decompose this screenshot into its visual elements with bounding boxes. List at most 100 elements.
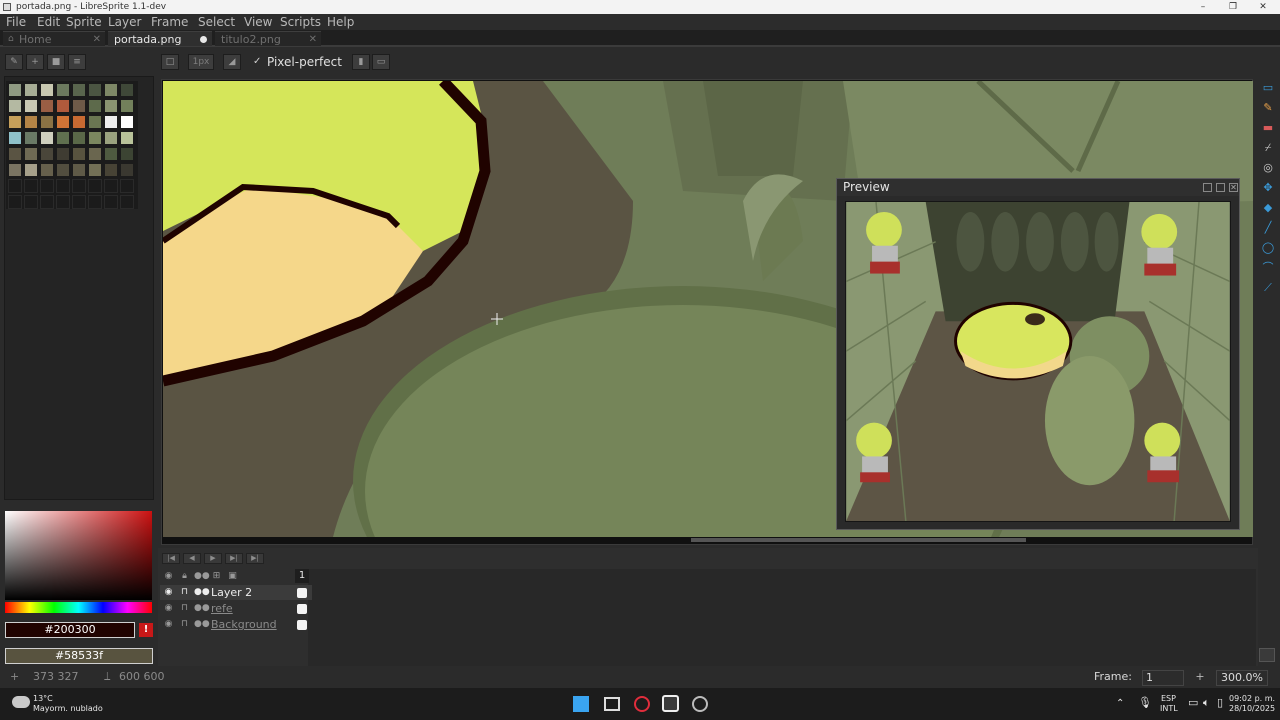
libresprite-app-icon[interactable] bbox=[662, 695, 679, 712]
palette-swatch[interactable] bbox=[72, 83, 86, 97]
palette-swatch[interactable] bbox=[120, 131, 134, 145]
palette-swatch[interactable] bbox=[120, 83, 134, 97]
palette-swatch[interactable] bbox=[120, 115, 134, 129]
menu-layer[interactable]: Layer bbox=[108, 14, 141, 30]
frames-area[interactable] bbox=[308, 569, 1256, 666]
chrome-app-icon[interactable] bbox=[692, 696, 708, 712]
palette-swatch[interactable] bbox=[24, 195, 38, 209]
palette-swatch[interactable] bbox=[24, 163, 38, 177]
eraser-icon[interactable]: ▬ bbox=[1259, 119, 1277, 137]
continuous-icon[interactable]: ●● bbox=[194, 602, 210, 615]
close-window-button[interactable]: ✕ bbox=[1248, 0, 1278, 14]
palette-swatch[interactable] bbox=[56, 131, 70, 145]
menu-file[interactable]: File bbox=[6, 14, 26, 30]
weather-cloud-icon[interactable] bbox=[12, 696, 30, 708]
foreground-color-field[interactable]: #200300 bbox=[5, 622, 135, 638]
palette-swatch[interactable] bbox=[56, 99, 70, 113]
eyedropper-icon[interactable]: ⌿ bbox=[1259, 139, 1277, 157]
cel[interactable] bbox=[297, 604, 307, 614]
pencil-mode-icon[interactable]: ✎ bbox=[5, 54, 23, 70]
palette-swatch[interactable] bbox=[40, 99, 54, 113]
palette-swatch[interactable] bbox=[88, 99, 102, 113]
minimize-button[interactable]: – bbox=[1188, 0, 1218, 14]
lock-icon[interactable]: ⊓ bbox=[178, 586, 191, 599]
menu-select[interactable]: Select bbox=[198, 14, 235, 30]
preview-window[interactable]: Preview ✕ bbox=[836, 178, 1240, 530]
palette-swatch[interactable] bbox=[120, 99, 134, 113]
palette-swatch[interactable] bbox=[40, 131, 54, 145]
tab-titulo2[interactable]: titulo2.png ✕ bbox=[215, 31, 321, 46]
palette-swatch[interactable] bbox=[104, 195, 118, 209]
palette-swatch[interactable] bbox=[8, 131, 22, 145]
palette-swatch[interactable] bbox=[40, 115, 54, 129]
palette-swatch[interactable] bbox=[40, 147, 54, 161]
lock-header-icon[interactable]: 🔒︎ bbox=[178, 570, 191, 583]
first-frame-icon[interactable]: |◀ bbox=[162, 553, 180, 564]
close-icon[interactable]: ✕ bbox=[309, 32, 317, 47]
line-icon[interactable]: ╱ bbox=[1259, 219, 1277, 237]
background-color-field[interactable]: #58533f bbox=[5, 648, 153, 664]
move-icon[interactable]: ✥ bbox=[1259, 179, 1277, 197]
palette-swatch[interactable] bbox=[8, 147, 22, 161]
next-frame-icon[interactable]: ▶| bbox=[225, 553, 243, 564]
menu-view[interactable]: View bbox=[244, 14, 272, 30]
symmetry-button[interactable]: ▮ bbox=[352, 54, 370, 70]
palette-swatch[interactable] bbox=[24, 83, 38, 97]
close-icon[interactable]: ✕ bbox=[1229, 183, 1238, 192]
palette-swatch[interactable] bbox=[56, 179, 70, 193]
eye-icon[interactable]: ◉ bbox=[162, 586, 175, 599]
clock-date[interactable]: 28/10/2025 bbox=[1229, 704, 1275, 714]
tab-home[interactable]: ⌂ Home ✕ bbox=[3, 31, 105, 46]
palette-swatch[interactable] bbox=[104, 163, 118, 177]
palette-swatch[interactable] bbox=[72, 195, 86, 209]
eye-icon[interactable]: ◉ bbox=[162, 602, 175, 615]
palette-swatch[interactable] bbox=[40, 163, 54, 177]
opera-browser-icon[interactable] bbox=[634, 696, 650, 712]
palette-swatch[interactable] bbox=[56, 83, 70, 97]
tray-expand-icon[interactable]: ⌃ bbox=[1116, 699, 1124, 709]
palette-swatch[interactable] bbox=[72, 147, 86, 161]
brush-type-button[interactable]: □ bbox=[161, 54, 179, 70]
network-icon[interactable]: ▭ bbox=[1188, 697, 1198, 708]
palette-swatch[interactable] bbox=[24, 131, 38, 145]
palette-options-icon[interactable]: ■ bbox=[47, 54, 65, 70]
onion-options-icon[interactable]: ▣ bbox=[226, 570, 239, 583]
continuous-header-icon[interactable]: ●● bbox=[194, 570, 210, 583]
palette-swatch[interactable] bbox=[40, 179, 54, 193]
palette-swatch[interactable] bbox=[120, 179, 134, 193]
palette-swatch[interactable] bbox=[104, 115, 118, 129]
pixel-perfect-checkbox[interactable]: ✓ bbox=[253, 56, 261, 67]
layer-name[interactable]: Layer 2 bbox=[211, 585, 252, 600]
horizontal-scrollbar[interactable] bbox=[691, 538, 1026, 542]
eye-header-icon[interactable]: ◉ bbox=[162, 570, 175, 583]
timeline-toggle-icon[interactable] bbox=[1259, 648, 1275, 662]
fill-icon[interactable]: ◆ bbox=[1259, 199, 1277, 217]
eye-icon[interactable]: ◉ bbox=[162, 618, 175, 631]
palette-swatch[interactable] bbox=[104, 99, 118, 113]
menu-edit[interactable]: Edit bbox=[37, 14, 60, 30]
palette-swatch[interactable] bbox=[88, 163, 102, 177]
brush-angle-button[interactable]: ◢ bbox=[223, 54, 241, 70]
menu-help[interactable]: Help bbox=[327, 14, 354, 30]
blur-icon[interactable]: ⟋ bbox=[1259, 279, 1277, 297]
palette-swatch[interactable] bbox=[8, 115, 22, 129]
palette-swatch[interactable] bbox=[40, 195, 54, 209]
continuous-icon[interactable]: ●● bbox=[194, 618, 210, 631]
frame-field[interactable]: 1 bbox=[1142, 670, 1184, 686]
palette-swatch[interactable] bbox=[56, 115, 70, 129]
palette-swatch[interactable] bbox=[88, 147, 102, 161]
language-secondary[interactable]: INTL bbox=[1160, 704, 1178, 714]
palette-swatch[interactable] bbox=[104, 147, 118, 161]
palette-swatch[interactable] bbox=[72, 131, 86, 145]
marquee-icon[interactable]: ▭ bbox=[1259, 79, 1277, 97]
palette-swatch[interactable] bbox=[56, 147, 70, 161]
last-frame-icon[interactable]: ▶| bbox=[246, 553, 264, 564]
palette-swatch[interactable] bbox=[24, 179, 38, 193]
layer-name[interactable]: Background bbox=[211, 617, 277, 632]
battery-icon[interactable]: ▯ bbox=[1217, 697, 1223, 708]
palette-swatch[interactable] bbox=[88, 83, 102, 97]
palette-swatch[interactable] bbox=[56, 163, 70, 177]
language-primary[interactable]: ESP bbox=[1161, 694, 1176, 704]
palette-swatch[interactable] bbox=[8, 163, 22, 177]
palette-menu-icon[interactable]: ≡ bbox=[68, 54, 86, 70]
